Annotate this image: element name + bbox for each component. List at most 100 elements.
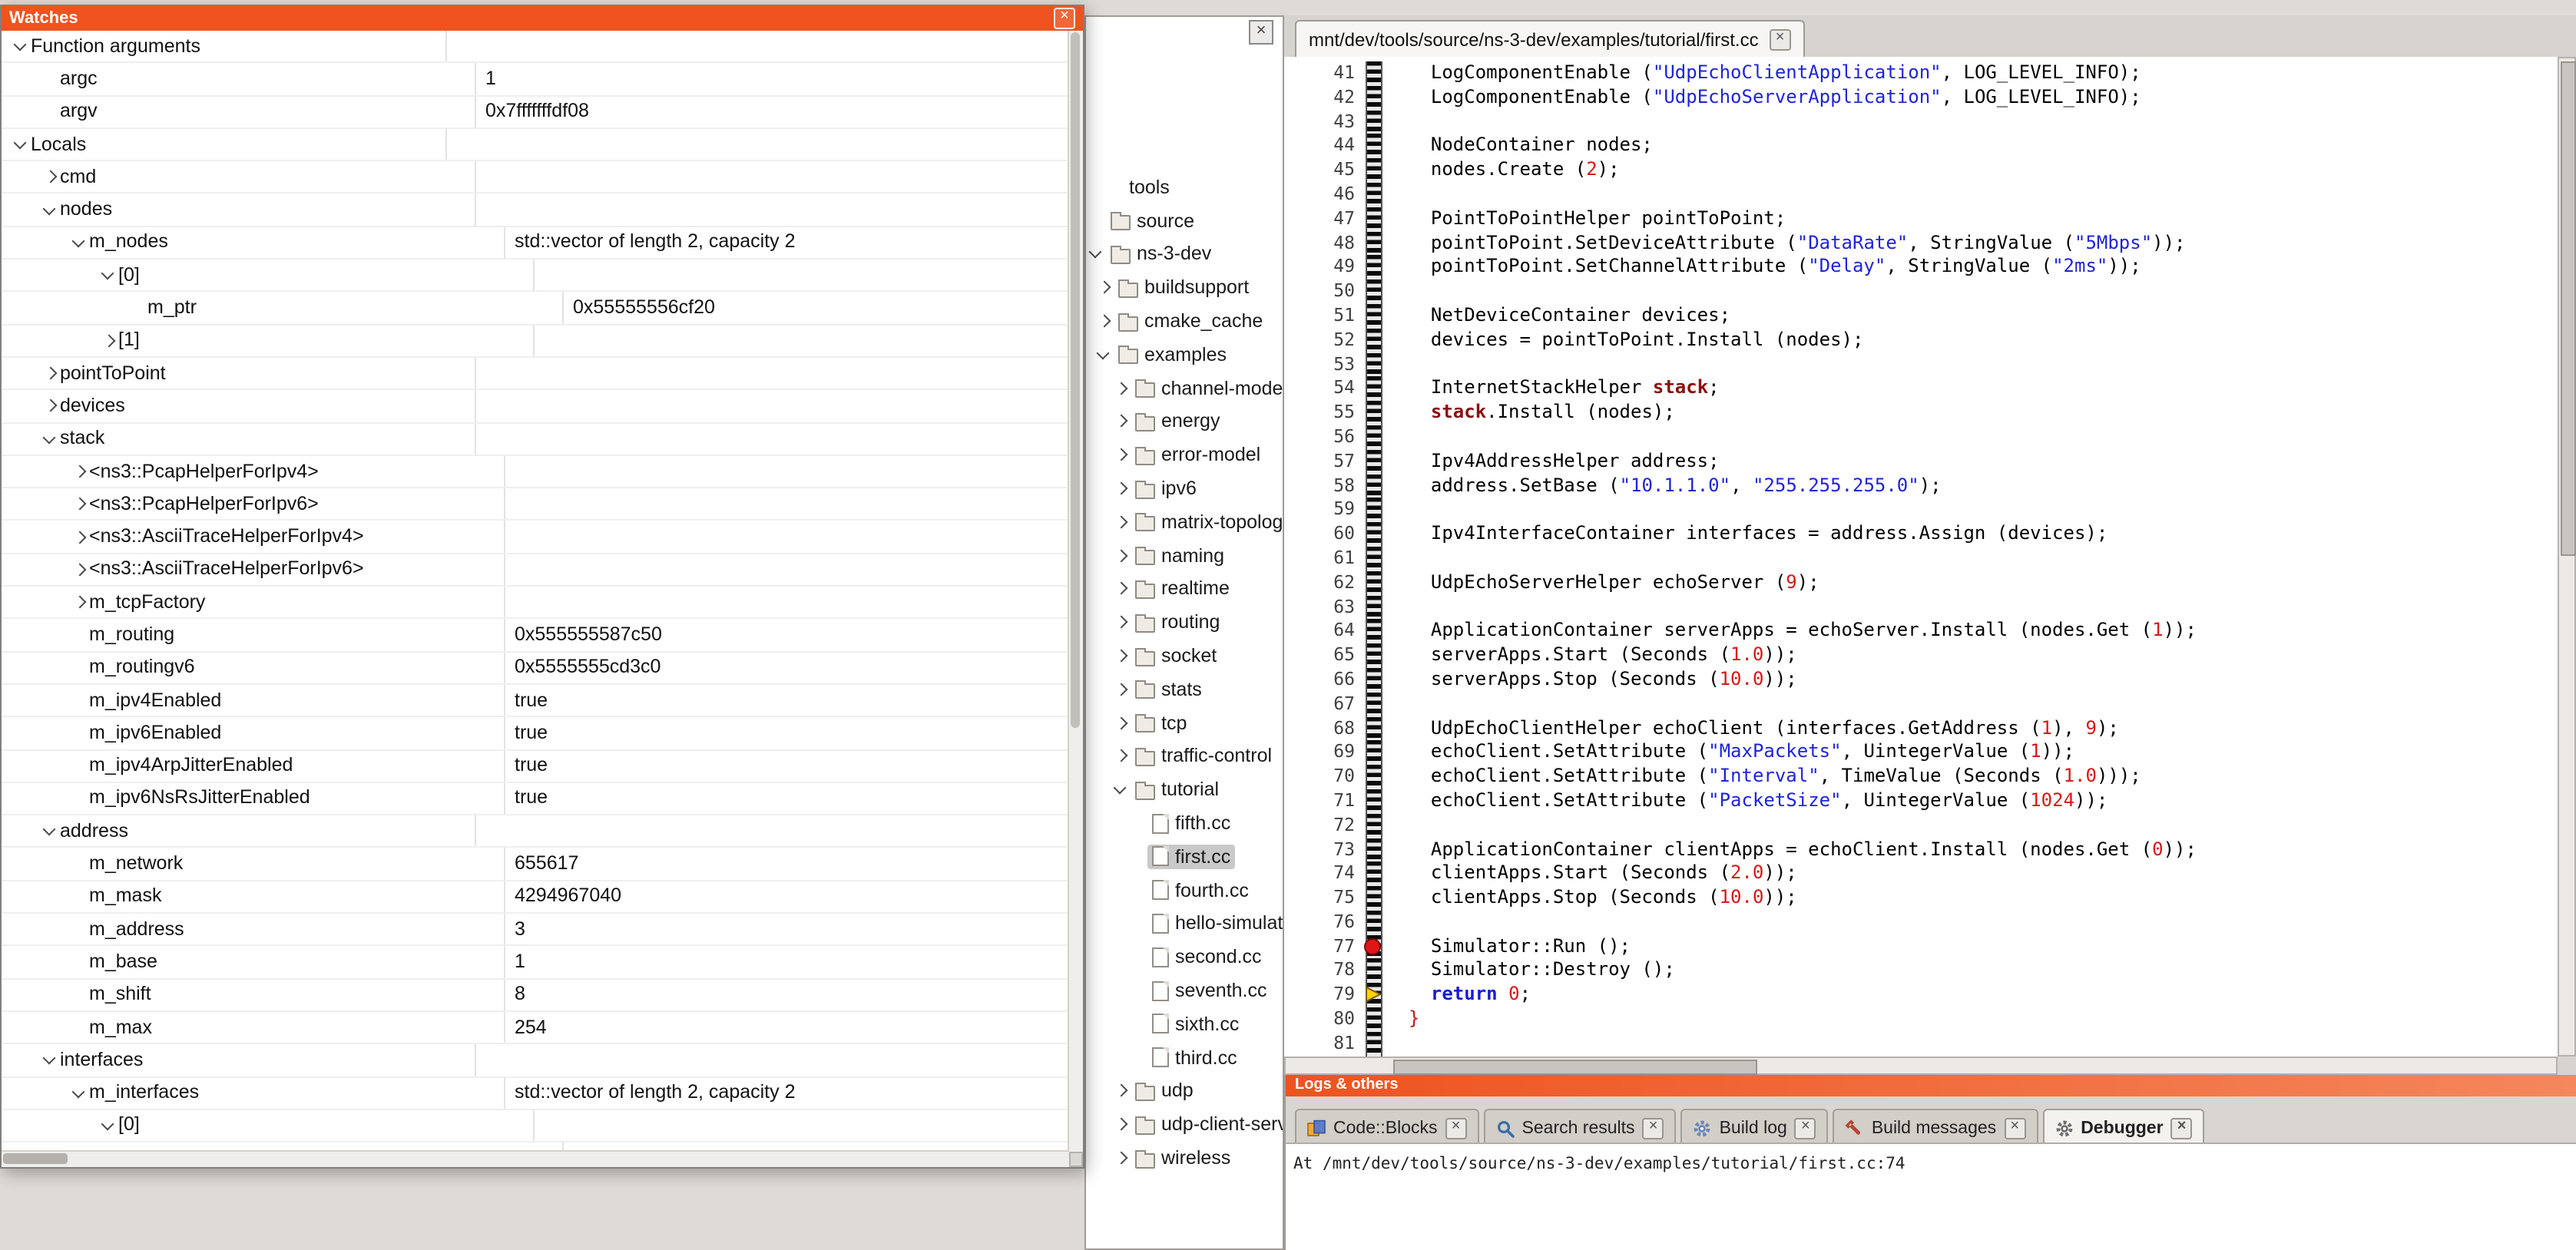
- watch-row[interactable]: m_ipv4Enabledtrue: [2, 685, 1069, 718]
- watch-row[interactable]: cmd: [2, 161, 1069, 194]
- watch-row[interactable]: <ns3::AsciiTraceHelperForIpv4>: [2, 521, 1069, 554]
- code-line[interactable]: 49 pointToPoint.SetChannelAttribute ("De…: [1284, 256, 2558, 280]
- tree-item-fifth-cc[interactable]: fifth.cc: [1086, 806, 1283, 840]
- watches-vscroll-thumb[interactable]: [1071, 32, 1080, 727]
- collapse-icon[interactable]: [69, 232, 89, 253]
- code-line[interactable]: 57 Ipv4AddressHelper address;: [1284, 450, 2558, 475]
- watches-titlebar[interactable]: Watches ×: [2, 6, 1083, 31]
- expand-icon[interactable]: [1111, 511, 1131, 533]
- breakpoint-margin[interactable]: [1366, 498, 1382, 523]
- expand-icon[interactable]: [1111, 645, 1131, 666]
- breakpoint-margin[interactable]: [1366, 984, 1382, 1008]
- collapse-icon[interactable]: [40, 199, 60, 220]
- breakpoint-margin[interactable]: [1366, 377, 1382, 402]
- tab-close-icon[interactable]: ×: [1795, 1117, 1816, 1139]
- watch-row[interactable]: m_ipv6Enabledtrue: [2, 717, 1069, 750]
- watch-row[interactable]: m_tcpFactory: [2, 587, 1069, 620]
- collapse-icon[interactable]: [1094, 344, 1114, 365]
- watch-row[interactable]: m_shift8: [2, 979, 1069, 1012]
- tree-item-cmake-cache[interactable]: cmake_cache: [1086, 304, 1283, 338]
- breakpoint-margin[interactable]: [1366, 231, 1382, 256]
- tree-item-udp[interactable]: udp: [1086, 1074, 1283, 1108]
- tree-item-tutorial[interactable]: tutorial: [1086, 773, 1283, 807]
- watch-row[interactable]: devices: [2, 391, 1069, 424]
- code-line[interactable]: 71 echoClient.SetAttribute ("PacketSize"…: [1284, 789, 2558, 814]
- expand-icon[interactable]: [69, 526, 89, 547]
- watch-row[interactable]: m_interfacesstd::vector of length 2, cap…: [2, 1077, 1069, 1110]
- panel-close-icon[interactable]: ×: [1249, 20, 1273, 45]
- breakpoint-margin[interactable]: [1366, 1032, 1382, 1057]
- code-line[interactable]: 77 Simulator::Run ();: [1284, 934, 2558, 959]
- collapse-icon[interactable]: [1086, 243, 1106, 265]
- code-line[interactable]: 75 clientApps.Stop (Seconds (10.0));: [1284, 886, 2558, 911]
- breakpoint-margin[interactable]: [1366, 813, 1382, 838]
- tree-item-sixth-cc[interactable]: sixth.cc: [1086, 1007, 1283, 1041]
- expand-icon[interactable]: [1111, 1147, 1131, 1169]
- tree-item-buildsupport[interactable]: buildsupport: [1086, 271, 1283, 305]
- watch-row[interactable]: <ns3::AsciiTraceHelperForIpv6>: [2, 554, 1069, 587]
- code-line[interactable]: 60 Ipv4InterfaceContainer interfaces = a…: [1284, 522, 2558, 547]
- breakpoint-margin[interactable]: [1366, 570, 1382, 595]
- logs-tab-debugger[interactable]: Debugger×: [2042, 1109, 2204, 1146]
- breakpoint-margin[interactable]: [1366, 304, 1382, 329]
- logs-tab-build-messages[interactable]: Build messages×: [1833, 1109, 2038, 1146]
- watch-row[interactable]: [0]: [2, 260, 1069, 293]
- watch-row[interactable]: m_ipv6NsRsJitterEnabledtrue: [2, 783, 1069, 816]
- expand-icon[interactable]: [1111, 746, 1131, 767]
- code-line[interactable]: 73 ApplicationContainer clientApps = ech…: [1284, 838, 2558, 862]
- watch-row[interactable]: Function arguments: [2, 31, 1069, 64]
- collapse-icon[interactable]: [98, 1115, 118, 1136]
- tree-item-ns-3-dev[interactable]: ns-3-dev: [1086, 237, 1283, 271]
- watch-row[interactable]: <ns3::PcapHelperForIpv4>: [2, 456, 1069, 489]
- logs-tab-search-results[interactable]: Search results×: [1484, 1109, 1677, 1146]
- watch-row[interactable]: [0]: [2, 1110, 1069, 1143]
- editor-horizontal-scrollbar[interactable]: [1284, 1057, 2558, 1075]
- watch-row[interactable]: m_base1: [2, 947, 1069, 980]
- code-line[interactable]: 69 echoClient.SetAttribute ("MaxPackets"…: [1284, 741, 2558, 766]
- breakpoint-margin[interactable]: [1366, 934, 1382, 959]
- tree-item-realtime[interactable]: realtime: [1086, 572, 1283, 606]
- tree-item-energy[interactable]: energy: [1086, 405, 1283, 438]
- watch-row[interactable]: argv0x7fffffffdf08: [2, 96, 1069, 129]
- tree-item-socket[interactable]: socket: [1086, 639, 1283, 673]
- tree-item-seventh-cc[interactable]: seventh.cc: [1086, 974, 1283, 1007]
- expand-icon[interactable]: [1111, 411, 1131, 432]
- tree-item-matrix-topology[interactable]: matrix-topology: [1086, 505, 1283, 539]
- tree-item-error-model[interactable]: error-model: [1086, 438, 1283, 472]
- collapse-icon[interactable]: [11, 35, 31, 57]
- breakpoint-margin[interactable]: [1366, 862, 1382, 887]
- tree-item-third-cc[interactable]: third.cc: [1086, 1040, 1283, 1074]
- watches-hscroll-thumb[interactable]: [3, 1153, 68, 1164]
- code-line[interactable]: 68 UdpEchoClientHelper echoClient (inter…: [1284, 716, 2558, 741]
- breakpoint-margin[interactable]: [1366, 789, 1382, 814]
- breakpoint-margin[interactable]: [1366, 425, 1382, 450]
- watches-vertical-scrollbar[interactable]: [1068, 31, 1083, 1152]
- code-line[interactable]: 66 serverApps.Stop (Seconds (10.0));: [1284, 668, 2558, 693]
- code-line[interactable]: 63: [1284, 595, 2558, 620]
- code-line[interactable]: 81: [1284, 1032, 2558, 1057]
- tab-close-icon[interactable]: ×: [1643, 1117, 1664, 1139]
- breakpoint-margin[interactable]: [1366, 886, 1382, 911]
- code-line[interactable]: 50: [1284, 279, 2558, 304]
- breakpoint-margin[interactable]: [1366, 279, 1382, 304]
- expand-icon[interactable]: [1111, 1080, 1131, 1102]
- code-line[interactable]: 59: [1284, 498, 2558, 523]
- expand-icon[interactable]: [69, 494, 89, 515]
- editor-tab-first-cc[interactable]: mnt/dev/tools/source/ns-3-dev/examples/t…: [1295, 20, 1805, 58]
- expand-icon[interactable]: [1111, 578, 1131, 600]
- code-line[interactable]: 62 UdpEchoServerHelper echoServer (9);: [1284, 570, 2558, 595]
- watch-row[interactable]: address: [2, 815, 1069, 848]
- logs-tab-build-log[interactable]: Build log×: [1681, 1109, 1829, 1146]
- expand-icon[interactable]: [1111, 544, 1131, 566]
- breakpoint-margin[interactable]: [1366, 620, 1382, 644]
- expand-icon[interactable]: [40, 362, 60, 384]
- breakpoint-margin[interactable]: [1366, 329, 1382, 353]
- breakpoint-margin[interactable]: [1366, 450, 1382, 475]
- breakpoint-margin[interactable]: [1366, 1007, 1382, 1032]
- expand-icon[interactable]: [1111, 377, 1131, 398]
- code-line[interactable]: 80}: [1284, 1007, 2558, 1032]
- breakpoint-margin[interactable]: [1366, 158, 1382, 183]
- breakpoint-margin[interactable]: [1366, 595, 1382, 620]
- hscrollbar-thumb[interactable]: [1393, 1060, 1757, 1075]
- logs-tab-code-blocks[interactable]: Code::Blocks×: [1295, 1109, 1479, 1146]
